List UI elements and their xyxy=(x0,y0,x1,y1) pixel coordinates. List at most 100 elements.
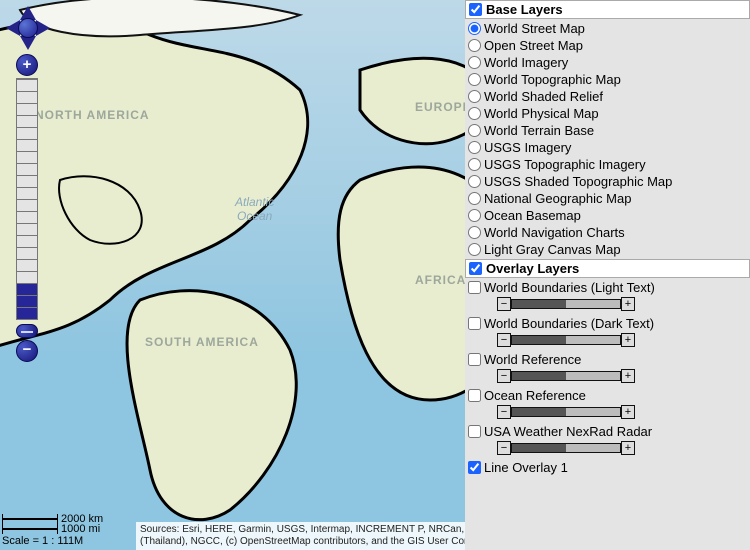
opacity-decrease-button[interactable]: − xyxy=(497,333,511,347)
zoom-slider[interactable] xyxy=(16,78,38,320)
base-layer-radio[interactable] xyxy=(468,243,481,256)
base-layer-radio[interactable] xyxy=(468,73,481,86)
base-layers-header[interactable]: Base Layers xyxy=(465,0,750,19)
base-layer-label: World Topographic Map xyxy=(484,71,621,88)
opacity-slider[interactable] xyxy=(511,335,621,345)
overlay-layer-checkbox[interactable] xyxy=(468,353,481,366)
base-layer-option[interactable]: National Geographic Map xyxy=(467,190,748,207)
opacity-slider[interactable] xyxy=(511,371,621,381)
overlay-layers-label: Overlay Layers xyxy=(486,261,579,276)
base-layer-label: World Navigation Charts xyxy=(484,224,625,241)
base-layer-option[interactable]: Ocean Basemap xyxy=(467,207,748,224)
overlay-layer-label: USA Weather NexRad Radar xyxy=(484,423,652,440)
ocean-label: Atlantic Ocean xyxy=(235,195,274,223)
scale-ratio: Scale = 1 : 111M xyxy=(2,534,103,548)
base-layer-radio[interactable] xyxy=(468,209,481,222)
overlay-layer-label: World Reference xyxy=(484,351,581,368)
overlay-layer-item: Line Overlay 1 xyxy=(467,459,748,476)
opacity-control: −+ xyxy=(497,333,748,347)
base-layer-radio[interactable] xyxy=(468,22,481,35)
base-layer-radio[interactable] xyxy=(468,226,481,239)
base-layer-option[interactable]: World Navigation Charts xyxy=(467,224,748,241)
pan-right-button[interactable] xyxy=(36,20,50,36)
base-layer-option[interactable]: World Terrain Base xyxy=(467,122,748,139)
overlay-layer-item: Ocean Reference xyxy=(467,387,748,404)
reset-view-button[interactable] xyxy=(18,18,38,38)
base-layer-radio[interactable] xyxy=(468,56,481,69)
base-layer-radio[interactable] xyxy=(468,192,481,205)
opacity-control: −+ xyxy=(497,297,748,311)
layers-panel: Base Layers World Street MapOpen Street … xyxy=(465,0,750,550)
base-layer-radio[interactable] xyxy=(468,141,481,154)
opacity-increase-button[interactable]: + xyxy=(621,405,635,419)
opacity-decrease-button[interactable]: − xyxy=(497,405,511,419)
base-layer-label: Light Gray Canvas Map xyxy=(484,241,621,258)
base-layer-option[interactable]: USGS Topographic Imagery xyxy=(467,156,748,173)
base-layer-label: World Imagery xyxy=(484,54,568,71)
base-layers-list[interactable]: World Street MapOpen Street MapWorld Ima… xyxy=(465,19,750,259)
overlay-layers-toggle[interactable] xyxy=(469,262,482,275)
overlay-layer-item: World Boundaries (Dark Text) xyxy=(467,315,748,332)
base-layer-label: Ocean Basemap xyxy=(484,207,581,224)
pan-down-button[interactable] xyxy=(20,36,36,50)
base-layer-option[interactable]: USGS Shaded Topographic Map xyxy=(467,173,748,190)
nav-controls: + − xyxy=(6,6,50,362)
base-layer-radio[interactable] xyxy=(468,175,481,188)
overlay-layer-checkbox[interactable] xyxy=(468,425,481,438)
base-layer-option[interactable]: World Shaded Relief xyxy=(467,88,748,105)
base-layer-label: USGS Shaded Topographic Map xyxy=(484,173,672,190)
opacity-decrease-button[interactable]: − xyxy=(497,369,511,383)
base-layer-radio[interactable] xyxy=(468,39,481,52)
base-layer-option[interactable]: Open Street Map xyxy=(467,37,748,54)
base-layer-radio[interactable] xyxy=(468,90,481,103)
base-layer-option[interactable]: USGS Imagery xyxy=(467,139,748,156)
opacity-slider[interactable] xyxy=(511,299,621,309)
opacity-decrease-button[interactable]: − xyxy=(497,441,511,455)
overlay-layer-checkbox[interactable] xyxy=(468,461,481,474)
base-layer-label: World Shaded Relief xyxy=(484,88,603,105)
zoom-slider-toggle[interactable] xyxy=(16,324,38,338)
zoom-control: + − xyxy=(16,54,38,362)
base-layer-radio[interactable] xyxy=(468,107,481,120)
base-layer-radio[interactable] xyxy=(468,158,481,171)
opacity-control: −+ xyxy=(497,369,748,383)
base-layer-label: Open Street Map xyxy=(484,37,583,54)
overlay-layer-checkbox[interactable] xyxy=(468,281,481,294)
overlay-layer-checkbox[interactable] xyxy=(468,317,481,330)
pan-compass xyxy=(6,6,50,50)
base-layers-toggle[interactable] xyxy=(469,3,482,16)
base-layers-label: Base Layers xyxy=(486,2,563,17)
base-layer-label: USGS Topographic Imagery xyxy=(484,156,646,173)
base-layer-option[interactable]: World Physical Map xyxy=(467,105,748,122)
continent-label: SOUTH AMERICA xyxy=(145,335,259,349)
continent-label: AFRICA xyxy=(415,273,466,287)
overlay-layer-item: USA Weather NexRad Radar xyxy=(467,423,748,440)
zoom-out-button[interactable]: − xyxy=(16,340,38,362)
base-layer-option[interactable]: World Imagery xyxy=(467,54,748,71)
opacity-control: −+ xyxy=(497,405,748,419)
opacity-increase-button[interactable]: + xyxy=(621,333,635,347)
base-layer-label: World Terrain Base xyxy=(484,122,594,139)
overlay-layer-label: World Boundaries (Dark Text) xyxy=(484,315,654,332)
base-layer-option[interactable]: World Topographic Map xyxy=(467,71,748,88)
opacity-increase-button[interactable]: + xyxy=(621,441,635,455)
opacity-increase-button[interactable]: + xyxy=(621,297,635,311)
base-layer-label: World Street Map xyxy=(484,20,585,37)
opacity-control: −+ xyxy=(497,441,748,455)
continent-label: NORTH AMERICA xyxy=(35,108,150,122)
opacity-slider[interactable] xyxy=(511,443,621,453)
base-layer-label: World Physical Map xyxy=(484,105,599,122)
overlay-layer-label: World Boundaries (Light Text) xyxy=(484,279,655,296)
base-layer-option[interactable]: Light Gray Canvas Map xyxy=(467,241,748,258)
base-layer-radio[interactable] xyxy=(468,124,481,137)
overlay-layer-label: Ocean Reference xyxy=(484,387,586,404)
overlay-layers-list[interactable]: World Boundaries (Light Text)−+World Bou… xyxy=(465,278,750,550)
scale-legend: 2000 km 1000 mi Scale = 1 : 111M xyxy=(2,514,103,548)
zoom-in-button[interactable]: + xyxy=(16,54,38,76)
base-layer-option[interactable]: World Street Map xyxy=(467,20,748,37)
opacity-slider[interactable] xyxy=(511,407,621,417)
opacity-increase-button[interactable]: + xyxy=(621,369,635,383)
overlay-layers-header[interactable]: Overlay Layers xyxy=(465,259,750,278)
overlay-layer-checkbox[interactable] xyxy=(468,389,481,402)
opacity-decrease-button[interactable]: − xyxy=(497,297,511,311)
